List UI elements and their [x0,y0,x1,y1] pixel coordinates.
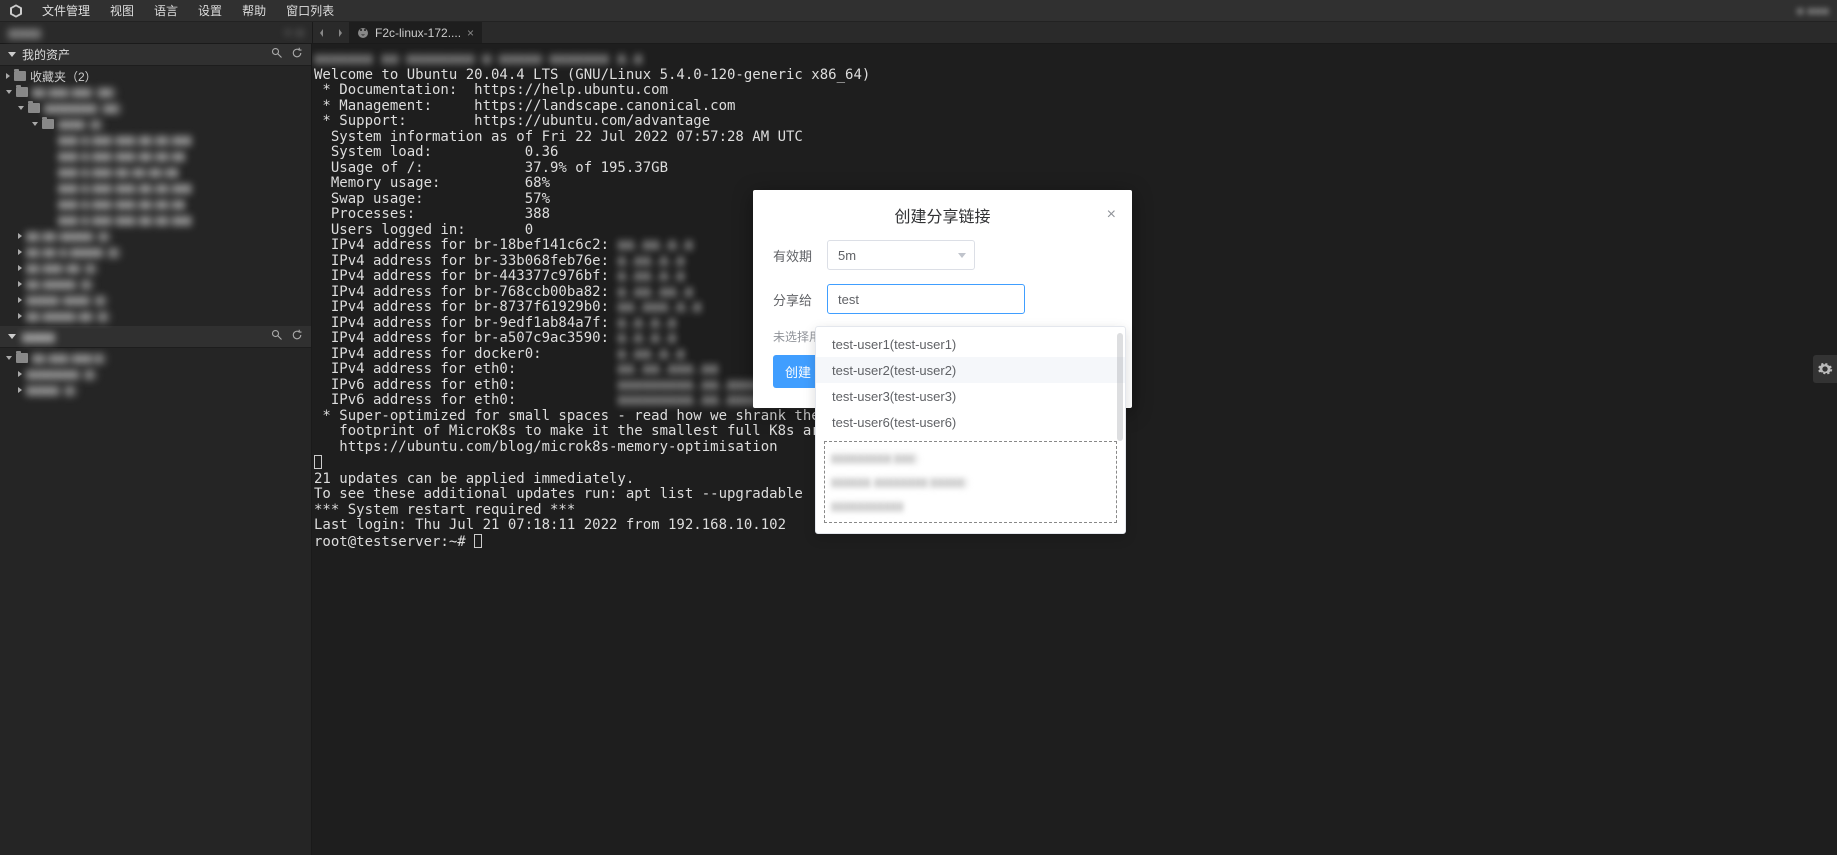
sidebar-title-blur: ▮▮▮▮▮ [22,330,265,344]
modal-header: 创建分享链接 × [753,190,1132,240]
refresh-icon[interactable] [291,47,303,62]
linux-icon [357,27,369,39]
panel-toggle[interactable] [313,28,349,38]
tree-item[interactable]: ▮▮▮-▮.▮▮▮-▮▮▮.▮▮.▮▮.▮▮▮ [0,180,311,196]
dropdown-scrollbar[interactable] [1117,333,1123,441]
tree-item[interactable]: ▮▮.▮▮▮-▮▮ (▮) [0,260,311,276]
tab-close-icon[interactable]: × [467,26,474,40]
tree-item[interactable]: ▮▮▮▮▮ (▮) [0,382,311,398]
folder-icon [14,71,26,81]
menu-help[interactable]: 帮助 [242,2,266,19]
tree-item[interactable]: ▮▮▮-▮.▮▮▮-▮▮▮.▮▮.▮▮.▮▮ [0,196,311,212]
tree-item[interactable]: ▮▮▮-▮.▮▮▮-▮▮▮.▮▮.▮▮.▮▮▮ [0,212,311,228]
terminal-tab[interactable]: F2c-linux-172.... × [349,22,482,43]
tree-item[interactable]: ▮▮▮▮▮▮▮▮ (▮▮) [0,100,311,116]
tree-item[interactable]: ▮▮▮▮-(▮) [0,116,311,132]
tab-bar: ▮▮▮▮▮ F2c-linux-172.... × [0,22,1837,44]
shareto-label: 分享给 [773,290,827,309]
expiry-select[interactable]: 5m [827,240,975,270]
menu-items: 文件管理 视图 语言 设置 帮助 窗口列表 [42,2,334,19]
chevron-down-icon[interactable] [284,29,292,37]
tree-item[interactable]: ▮▮▮▮▮-▮▮▮▮ (▮) [0,292,311,308]
dropdown-extra-blur: ▮▮▮▮▮▮▮▮▮▮▮ [831,494,1110,518]
folder-icon [16,353,28,363]
dropdown-option[interactable]: test-user6(test-user6) [816,409,1125,435]
tree-item[interactable]: ▮▮.▮▮-▮.▮▮▮▮▮ (▮) [0,244,311,260]
asset-tree: 收藏夹（2） ▮▮.▮▮▮.▮▮▮ (▮▮) ▮▮▮▮▮▮▮▮ (▮▮) ▮▮▮… [0,66,311,326]
search-icon[interactable] [271,47,283,62]
dropdown-option[interactable]: test-user3(test-user3) [816,383,1125,409]
menu-view[interactable]: 视图 [110,2,134,19]
modal-close-button[interactable]: × [1107,206,1116,224]
sidebar-title: 我的资产 [22,46,265,63]
sidebar: 我的资产 收藏夹（2） ▮▮.▮▮▮.▮▮▮ (▮▮) ▮▮▮▮▮▮▮▮ (▮▮… [0,44,312,855]
menubar-right-blur: ■ ■■■ [1797,4,1829,18]
dropdown-option[interactable]: test-user2(test-user2) [816,357,1125,383]
tree-item[interactable]: ▮▮.▮▮▮.▮▮▮ (▮▮) [0,84,311,100]
user-dropdown: test-user1(test-user1) test-user2(test-u… [815,326,1126,534]
sidebar-header-assets[interactable]: 我的资产 [0,44,311,66]
top-menubar: 文件管理 视图 语言 设置 帮助 窗口列表 ■ ■■■ [0,0,1837,22]
folder-icon [42,119,54,129]
expiry-value: 5m [838,248,856,263]
tree-item[interactable]: ▮▮.▮▮▮▮▮ (▮) [0,276,311,292]
tree-item[interactable]: ▮▮▮-▮.▮▮▮-▮▮▮.▮▮.▮▮.▮▮ [0,148,311,164]
dropdown-option[interactable]: test-user1(test-user1) [816,331,1125,357]
asset-tree-2: ▮▮.▮▮▮.▮▮▮(▮) ▮▮▮▮▮▮▮▮ (▮) ▮▮▮▮▮ (▮) [0,348,311,855]
close-icon[interactable] [296,29,304,37]
menu-file[interactable]: 文件管理 [42,2,90,19]
app-logo[interactable] [8,3,24,19]
dropdown-extra-blur: ▮▮▮▮▮▮▮▮▮(▮▮▮) [831,446,1110,470]
chevron-down-icon [958,253,966,258]
menu-settings[interactable]: 设置 [198,2,222,19]
collapse-icon [8,52,16,57]
tree-item[interactable]: ▮▮.▮▮▮▮▮.▮▮ (▮) [0,308,311,324]
folder-icon [28,103,40,113]
gear-icon [1817,361,1833,377]
search-icon[interactable] [271,329,283,344]
sidebar-header-2[interactable]: ▮▮▮▮▮ [0,326,311,348]
dropdown-extra-box: ▮▮▮▮▮▮▮▮▮(▮▮▮) ▮▮▮▮▮▮.▮▮▮▮▮▮▮▮(▮▮▮▮▮) ▮▮… [824,441,1117,523]
folder-icon [16,87,28,97]
expiry-label: 有效期 [773,246,827,265]
modal-title: 创建分享链接 [894,203,990,227]
dropdown-extra-blur: ▮▮▮▮▮▮.▮▮▮▮▮▮▮▮(▮▮▮▮▮) [831,470,1110,494]
shareto-input[interactable] [827,284,1025,314]
tree-favorites[interactable]: 收藏夹（2） [0,68,311,84]
tree-item[interactable]: ▮▮▮▮▮▮▮▮ (▮) [0,366,311,382]
tree-label: 收藏夹（2） [30,68,97,85]
tree-item[interactable]: ▮▮▮-▮.▮▮▮-▮▮▮.▮▮.▮▮.▮▮▮ [0,132,311,148]
collapse-icon [8,334,16,339]
tree-item[interactable]: ▮▮.▮▮▮.▮▮▮(▮) [0,350,311,366]
menu-lang[interactable]: 语言 [154,2,178,19]
tree-item[interactable]: ▮▮.▮▮-▮▮▮▮▮ (▮) [0,228,311,244]
refresh-icon[interactable] [291,329,303,344]
settings-gear-button[interactable] [1813,355,1837,383]
tab-label: F2c-linux-172.... [375,26,461,40]
menu-windows[interactable]: 窗口列表 [286,2,334,19]
tree-item[interactable]: ▮▮▮-▮.▮▮▮-▮▮.▮▮.▮▮.▮▮ [0,164,311,180]
subbar-left-blur: ▮▮▮▮▮ [0,26,312,40]
